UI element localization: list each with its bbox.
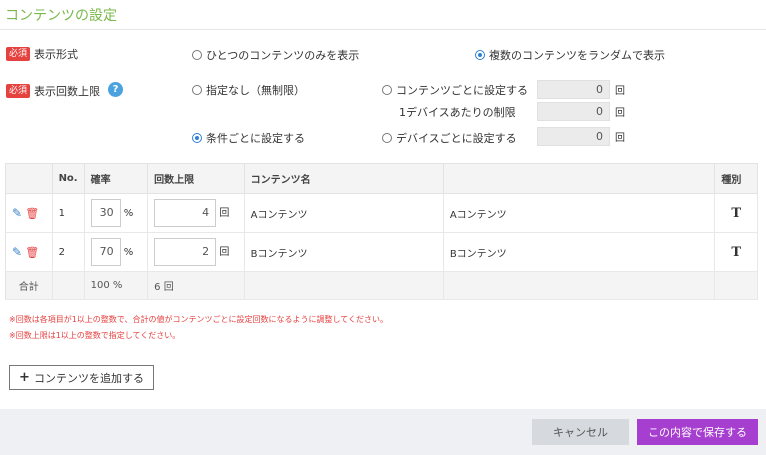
page-title: コンテンツの設定 — [5, 8, 117, 24]
limit-cell: 2 回 — [147, 232, 245, 272]
trash-icon[interactable]: 🗑 — [25, 207, 39, 220]
total-limit: 6 回 — [147, 271, 245, 300]
radio-no-limit[interactable]: 指定なし（無制限） — [192, 82, 305, 98]
table-row: ✎ 🗑 1 30 % 4 回 Aコンテンツ Aコンテンツ T — [5, 193, 758, 233]
limit-unit: 回 — [219, 247, 230, 258]
content-name-2: Bコンテンツ — [443, 232, 716, 272]
content-name-2: Aコンテンツ — [443, 193, 716, 233]
note-2: ※回数上限は1以上の整数で指定してください。 — [9, 331, 181, 340]
rate-unit: % — [123, 247, 134, 258]
radio-single-content-label: ひとつのコンテンツのみを表示 — [206, 49, 360, 62]
radio-conditional-label: 条件ごとに設定する — [206, 132, 305, 145]
total-label: 合計 — [5, 271, 53, 300]
rate-cell: 30 % — [84, 193, 149, 233]
limit-unit: 回 — [219, 208, 230, 219]
rate-unit: % — [123, 208, 134, 219]
cancel-button[interactable]: キャンセル — [532, 419, 629, 445]
note-1: ※回数は各項目が1以上の整数で、合計の値がコンテンツごとに設定回数になるように調… — [9, 315, 388, 324]
limit-cell: 4 回 — [147, 193, 245, 233]
unit-label: 回 — [615, 86, 625, 97]
text-type-icon: T — [731, 244, 742, 260]
per-device-limit-input[interactable]: 0 — [537, 102, 610, 121]
required-badge: 必須 — [6, 84, 31, 98]
type-header: 種別 — [714, 163, 758, 194]
extra-header — [443, 163, 716, 194]
rate-input[interactable]: 30 — [90, 199, 121, 227]
radio-per-device-label: デバイスごとに設定する — [396, 132, 517, 145]
radio-circle[interactable] — [192, 50, 202, 60]
radio-per-device[interactable]: デバイスごとに設定する — [382, 130, 517, 146]
limit-input[interactable]: 2 — [154, 238, 217, 266]
radio-conditional[interactable]: 条件ごとに設定する — [192, 130, 305, 146]
content-name-header: コンテンツ名 — [244, 163, 444, 194]
content-name: Aコンテンツ — [244, 193, 444, 233]
required-badge: 必須 — [6, 47, 31, 61]
unit-label: 回 — [615, 133, 625, 144]
radio-per-content[interactable]: コンテンツごとに設定する — [382, 82, 528, 98]
edit-icon[interactable]: ✎ — [12, 206, 22, 220]
radio-per-content-label: コンテンツごとに設定する — [396, 84, 528, 97]
text-type-icon: T — [731, 205, 742, 221]
edit-icon[interactable]: ✎ — [12, 245, 22, 259]
display-limit-label: 表示回数上限 — [34, 85, 100, 98]
row-actions: ✎ 🗑 — [5, 232, 53, 272]
radio-single-content[interactable]: ひとつのコンテンツのみを表示 — [192, 47, 359, 63]
display-format-label: 表示形式 — [34, 48, 78, 61]
add-content-button[interactable]: + コンテンツを追加する — [9, 365, 154, 390]
rate-input[interactable]: 70 — [90, 238, 121, 266]
table-header-row: No. 確率 回数上限 コンテンツ名 種別 — [5, 163, 758, 194]
rate-cell: 70 % — [84, 232, 149, 272]
no-header: No. — [52, 163, 85, 194]
radio-circle-selected[interactable] — [192, 133, 202, 143]
content-name: Bコンテンツ — [244, 232, 444, 272]
type-cell: T — [714, 193, 758, 233]
row-actions: ✎ 🗑 — [5, 193, 53, 233]
unit-label: 回 — [615, 108, 625, 119]
plus-icon: + — [19, 370, 30, 385]
radio-multiple-random[interactable]: 複数のコンテンツをランダムで表示 — [475, 47, 665, 63]
add-content-label: コンテンツを追加する — [33, 371, 144, 385]
total-rate: 100 % — [84, 271, 149, 300]
per-content-limit-input[interactable]: 0 — [537, 80, 610, 99]
table-total-row: 合計 100 % 6 回 — [5, 271, 758, 300]
title-divider — [0, 29, 766, 30]
limit-header: 回数上限 — [147, 163, 245, 194]
save-button[interactable]: この内容で保存する — [637, 419, 758, 445]
table-row: ✎ 🗑 2 70 % 2 回 Bコンテンツ Bコンテンツ T — [5, 232, 758, 272]
per-device-limit-label: 1デバイスあたりの制限 — [399, 106, 516, 119]
radio-circle[interactable] — [192, 85, 202, 95]
help-icon[interactable]: ? — [108, 82, 123, 97]
trash-icon[interactable]: 🗑 — [25, 246, 39, 259]
radio-circle[interactable] — [382, 133, 392, 143]
row-no: 1 — [52, 193, 85, 233]
limit-input[interactable]: 4 — [154, 199, 217, 227]
content-table: No. 確率 回数上限 コンテンツ名 種別 ✎ 🗑 1 30 % 4 回 Aコン… — [5, 163, 758, 300]
row-no: 2 — [52, 232, 85, 272]
actions-header — [5, 163, 53, 194]
device-limit-input[interactable]: 0 — [537, 127, 610, 146]
radio-no-limit-label: 指定なし（無制限） — [206, 84, 305, 97]
rate-header: 確率 — [84, 163, 149, 194]
radio-circle-selected[interactable] — [475, 50, 485, 60]
radio-circle[interactable] — [382, 85, 392, 95]
radio-multiple-random-label: 複数のコンテンツをランダムで表示 — [489, 49, 665, 62]
type-cell: T — [714, 232, 758, 272]
